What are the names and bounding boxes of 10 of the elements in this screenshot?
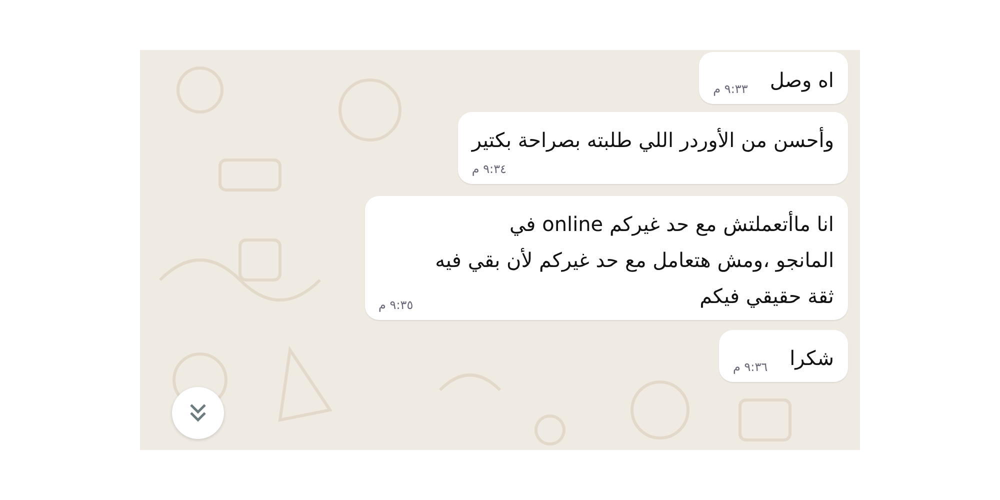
message-time: ٩:٣٣ م xyxy=(713,82,748,98)
message-text: انا ماأتعملتش مع حد غيركم online في المانجو ،ومش هتعامل مع حد غيركم لأن بقي فيه ثقة حقيقي فيكم xyxy=(435,210,834,310)
message-text: وأحسن من الأوردر اللي طلبته بصراحة بكتير xyxy=(472,126,834,154)
message-text: اه وصل xyxy=(770,67,834,94)
message-time: ٩:٣٦ م xyxy=(732,360,768,376)
double-chevron-down-icon xyxy=(189,403,207,423)
scroll-down-button[interactable] xyxy=(172,387,224,439)
message-text: شكرا xyxy=(790,345,834,372)
message-time: ٩:٣٤ م xyxy=(472,162,506,178)
message-time: ٩:٣٥ م xyxy=(378,298,414,314)
